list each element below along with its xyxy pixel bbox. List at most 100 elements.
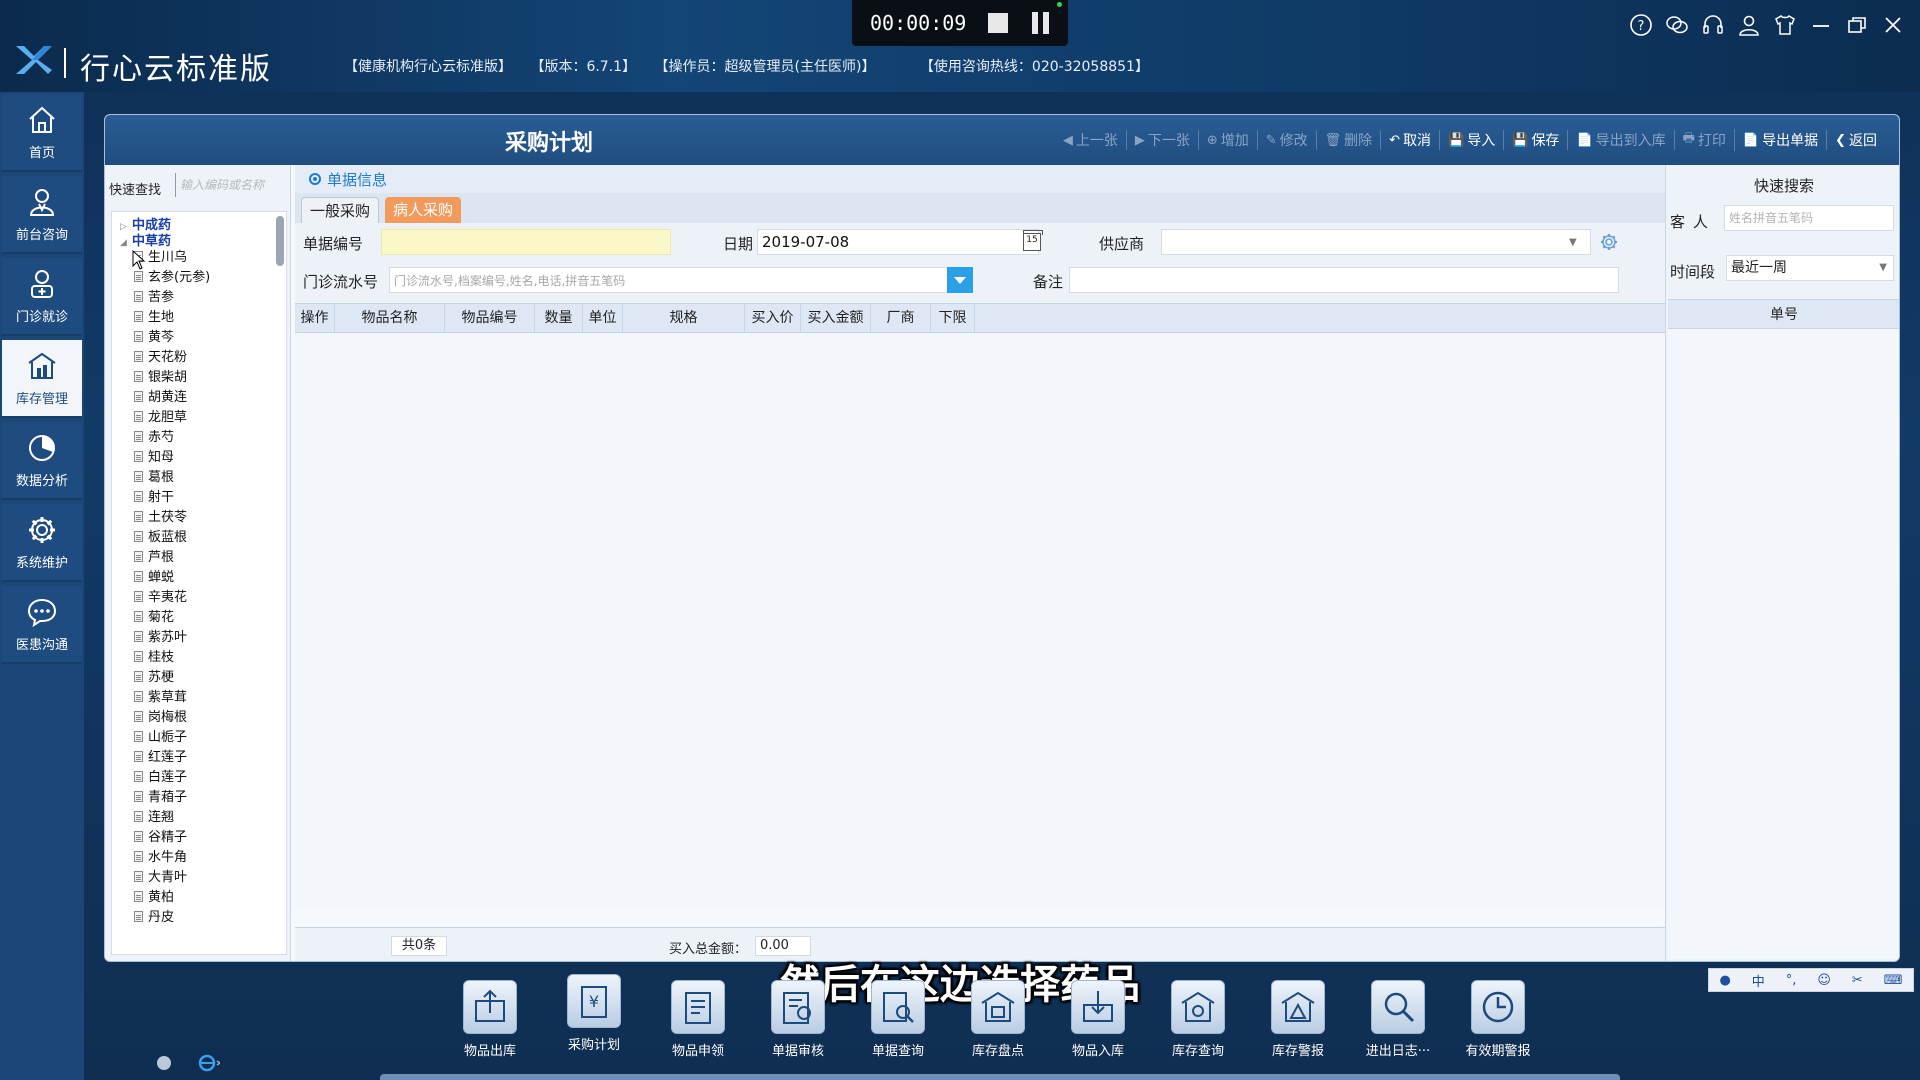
tree-item[interactable]: 蝉蜕 [134,568,174,588]
col-item-name[interactable]: 物品名称 [335,304,445,332]
col-buy-price[interactable]: 买入价 [745,304,801,332]
chevron-down-icon[interactable]: ◢ [120,233,132,253]
tree-item[interactable]: 丹皮 [134,908,174,928]
remark-field[interactable] [1069,267,1619,293]
tree-item[interactable]: 黄芩 [134,328,174,348]
prev-button[interactable]: ◀ 上一张 [1055,130,1127,150]
tree-item[interactable]: 岗梅根 [134,708,187,728]
tree-item[interactable]: 葛根 [134,468,174,488]
dock-inbound[interactable]: 物品入库 [1058,980,1138,1059]
tree-item[interactable]: 水牛角 [134,848,187,868]
back-button[interactable]: ❮ 返回 [1827,130,1885,150]
col-action[interactable]: 操作 [295,304,335,332]
tree-item[interactable]: 板蓝根 [134,528,187,548]
settings-gear-icon[interactable] [1599,232,1619,252]
col-lower-limit[interactable]: 下限 [931,304,975,332]
delete-button[interactable]: 🗑 删除 [1317,130,1382,150]
help-icon[interactable]: ? [1628,12,1654,38]
period-select[interactable]: 最近一周 ▼ [1726,255,1894,281]
supplier-select[interactable] [1161,229,1591,255]
nav-item-outpatient[interactable]: 门诊就诊 [2,258,82,336]
items-table-body[interactable] [295,333,1665,907]
tree-item[interactable]: 紫草茸 [134,688,187,708]
tab-patient-purchase[interactable]: 病人采购 [385,197,462,223]
col-item-code[interactable]: 物品编号 [445,304,535,332]
tree-item[interactable]: 大青叶 [134,868,187,888]
tree-item[interactable]: 桂枝 [134,648,174,668]
pause-icon[interactable] [1032,12,1050,34]
tree-item[interactable]: 黄柏 [134,888,174,908]
import-button[interactable]: 💾 导入 [1440,130,1505,150]
tree-item[interactable]: 玄参(元参) [134,268,210,288]
dock-stocktake[interactable]: 库存盘点 [958,980,1038,1059]
print-button[interactable]: 🖶 打印 [1675,129,1735,151]
col-buy-amount[interactable]: 买入金额 [801,304,871,332]
bill-no-field[interactable] [381,229,671,255]
visit-dropdown-button[interactable] [947,267,973,293]
tree-item[interactable]: 天花粉 [134,348,187,368]
col-unit[interactable]: 单位 [583,304,623,332]
tree-item[interactable]: 辛夷花 [134,588,187,608]
tree-item[interactable]: 银柴胡 [134,368,187,388]
tree-item[interactable]: 苏梗 [134,668,174,688]
restore-icon[interactable] [1844,12,1870,38]
col-bill-no[interactable]: 单号 [1668,299,1899,329]
headset-icon[interactable] [1700,12,1726,38]
dock-requisition[interactable]: 物品申领 [658,980,738,1059]
save-button[interactable]: 💾 保存 [1504,130,1569,150]
dock-bill-search[interactable]: 单据查询 [858,980,938,1059]
tree-item[interactable]: 青葙子 [134,788,187,808]
tree-scrollbar[interactable] [276,216,284,266]
nav-item-home[interactable]: 首页 [2,94,82,172]
date-field[interactable] [757,229,1039,255]
tree-item[interactable]: 生地 [134,308,174,328]
edit-button[interactable]: ✎ 修改 [1258,130,1317,150]
sound-icon[interactable] [154,1053,174,1073]
tab-general-purchase[interactable]: 一般采购 [301,197,380,223]
user-icon[interactable] [1736,12,1762,38]
next-button[interactable]: ▶ 下一张 [1127,130,1199,150]
col-spec[interactable]: 规格 [623,304,745,332]
tree-item[interactable]: 赤芍 [134,428,174,448]
quick-find-input[interactable] [175,173,285,197]
minimize-icon[interactable] [1808,12,1834,38]
tree-item[interactable]: 苦参 [134,288,174,308]
export-to-inbound-button[interactable]: 📄 导出到入库 [1568,130,1675,150]
tree-item[interactable]: 谷精子 [134,828,187,848]
tree-item[interactable]: 知母 [134,448,174,468]
nav-item-inventory[interactable]: 库存管理 [2,340,82,418]
dock-purchase-plan[interactable]: ¥ 采购计划 [554,974,634,1053]
tree-item[interactable]: 射干 [134,488,174,508]
col-quantity[interactable]: 数量 [535,304,583,332]
tree-item[interactable]: 芦根 [134,548,174,568]
visit-no-input[interactable] [389,267,967,293]
wechat-icon[interactable] [1664,12,1690,38]
tree-item[interactable]: 红莲子 [134,748,187,768]
tree-item[interactable]: 龙胆草 [134,408,187,428]
client-search-input[interactable] [1724,205,1894,231]
col-manufacturer[interactable]: 厂商 [871,304,931,332]
chevron-down-icon[interactable]: ▼ [1569,237,1577,248]
search-results-list[interactable] [1668,329,1899,959]
export-bill-button[interactable]: 📄 导出单据 [1735,130,1828,150]
cancel-button[interactable]: ↶ 取消 [1381,130,1441,150]
nav-item-communication[interactable]: 医患沟通 [2,586,82,664]
calendar-icon[interactable]: 15 [1023,230,1043,251]
browser-icon[interactable] [196,1053,220,1073]
tree-item[interactable]: 菊花 [134,608,174,628]
close-icon[interactable] [1880,12,1906,38]
nav-item-front-desk[interactable]: 前台咨询 [2,176,82,254]
tree-item[interactable]: 紫苏叶 [134,628,187,648]
dock-stock-search[interactable]: 库存查询 [1158,980,1238,1059]
nav-item-system[interactable]: 系统维护 [2,504,82,582]
tree-item[interactable]: 连翘 [134,808,174,828]
shirt-icon[interactable] [1772,12,1798,38]
dock-bill-audit[interactable]: 单据审核 [758,980,838,1059]
stop-icon[interactable] [988,13,1009,33]
tree-item[interactable]: 胡黄连 [134,388,187,408]
tree-item[interactable]: 山栀子 [134,728,187,748]
dock-stock-alert[interactable]: 库存警报 [1258,980,1338,1059]
nav-item-analytics[interactable]: 数据分析 [2,422,82,500]
tree-item[interactable]: 白莲子 [134,768,187,788]
dock-io-log[interactable]: 进出日志··· [1358,980,1438,1059]
